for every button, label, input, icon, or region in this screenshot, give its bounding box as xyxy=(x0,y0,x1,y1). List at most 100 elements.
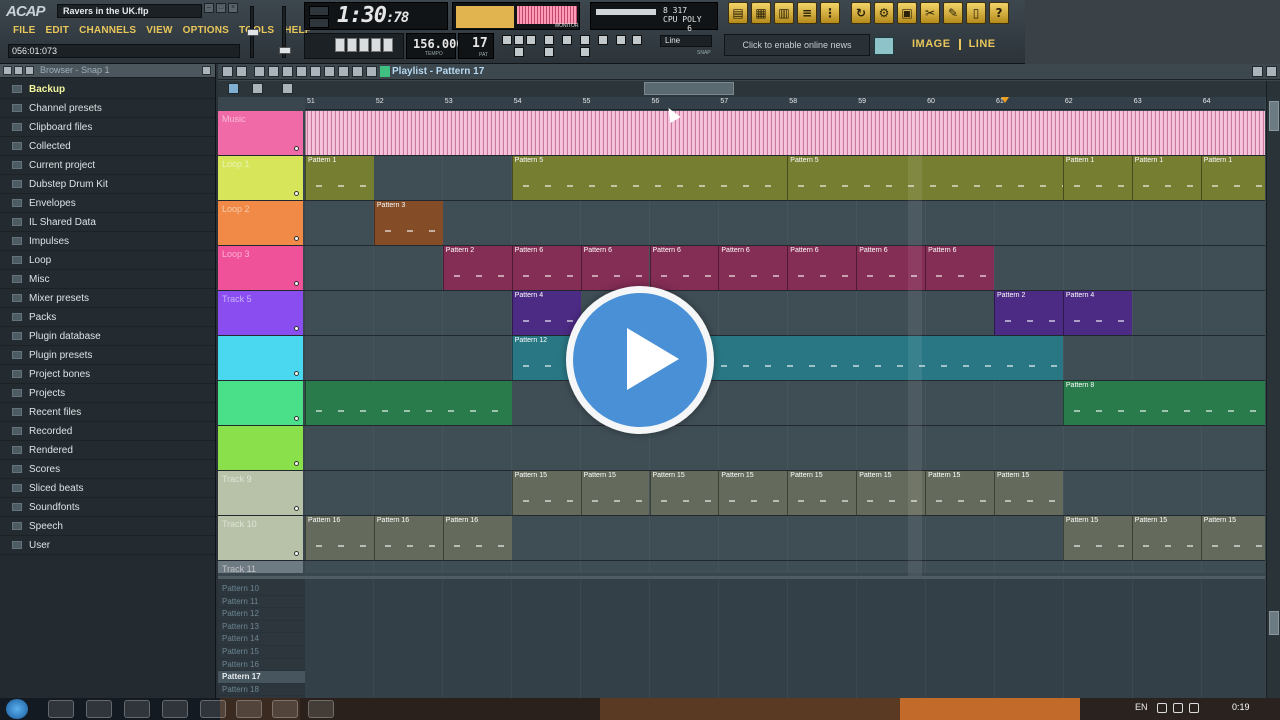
help-icon[interactable]: ? xyxy=(989,2,1009,24)
pattern-clip[interactable]: Pattern 15 xyxy=(511,471,581,515)
track-lane[interactable]: Pattern 15 Pattern 15 Pattern 15 Pattern 15… xyxy=(305,471,1265,515)
browser-item[interactable]: Loop xyxy=(0,251,215,270)
pattern-clip[interactable] xyxy=(305,381,512,425)
pattern-clip[interactable]: Pattern 6 xyxy=(580,246,650,290)
undo-icon[interactable] xyxy=(514,47,524,57)
menu-options[interactable]: OPTIONS xyxy=(178,24,234,38)
magnet-icon[interactable] xyxy=(236,66,247,77)
browser-item[interactable]: Mixer presets xyxy=(0,289,215,308)
snap-selector[interactable]: Line xyxy=(660,35,712,47)
pattern-clip[interactable]: Pattern 6 xyxy=(787,246,857,290)
browser-item[interactable]: IL Shared Data xyxy=(0,213,215,232)
master-pitch-slider[interactable] xyxy=(279,6,291,58)
track-lane[interactable] xyxy=(305,561,1265,573)
volume-icon[interactable] xyxy=(1189,703,1199,713)
pattern-clip[interactable]: Pattern 15 xyxy=(718,471,788,515)
app-icon[interactable] xyxy=(308,700,334,718)
pat-song-switch[interactable] xyxy=(304,33,404,59)
browser-view-icon[interactable] xyxy=(25,66,34,75)
slider-knob[interactable] xyxy=(279,47,291,54)
track-enable-icon[interactable] xyxy=(294,506,299,511)
start-button-icon[interactable] xyxy=(6,699,28,719)
folder-icon[interactable] xyxy=(272,700,298,718)
blend-icon[interactable] xyxy=(562,35,572,45)
pattern-clip[interactable]: Pattern 15 xyxy=(925,471,994,515)
cut-icon[interactable]: ✂ xyxy=(920,2,940,24)
pattern-list-item[interactable]: Pattern 18 xyxy=(218,684,305,697)
track-enable-icon[interactable] xyxy=(294,146,299,151)
pattern-clip[interactable]: Pattern 6 xyxy=(718,246,788,290)
menu-channels[interactable]: CHANNELS xyxy=(74,24,141,38)
track-enable-icon[interactable] xyxy=(294,416,299,421)
pattern-clip[interactable]: Pattern 3 xyxy=(373,201,443,245)
pattern-clip[interactable]: Pattern 5 xyxy=(511,156,788,200)
ie-icon[interactable] xyxy=(48,700,74,718)
loop-record-icon[interactable] xyxy=(598,35,608,45)
save-icon[interactable]: ▣ xyxy=(897,2,917,24)
firefox-icon[interactable] xyxy=(162,700,188,718)
slip-icon[interactable] xyxy=(310,66,321,77)
online-news-bar[interactable]: Click to enable online news xyxy=(724,34,870,56)
piano-roll-icon[interactable]: ▥ xyxy=(774,2,794,24)
pattern-clip[interactable]: Pattern 15 xyxy=(1062,516,1132,560)
scroll-thumb[interactable] xyxy=(1269,611,1279,635)
track-enable-icon[interactable] xyxy=(294,461,299,466)
audio-clip[interactable] xyxy=(305,111,1265,155)
network-icon[interactable] xyxy=(1173,703,1183,713)
explorer-icon[interactable] xyxy=(86,700,112,718)
master-volume-slider[interactable] xyxy=(247,6,259,58)
playlist-close-icon[interactable] xyxy=(1266,66,1277,77)
wav-icon[interactable] xyxy=(544,47,554,57)
close-icon[interactable]: × xyxy=(228,3,238,13)
pattern-list-item[interactable]: Pattern 12 xyxy=(218,608,305,621)
scroll-icon[interactable] xyxy=(616,35,626,45)
pattern-list-item[interactable]: Pattern 10 xyxy=(218,583,305,596)
countdown-icon[interactable] xyxy=(526,35,536,45)
browser-item[interactable]: Misc xyxy=(0,270,215,289)
pattern-list-item[interactable]: Pattern 13 xyxy=(218,621,305,634)
tray-icon[interactable] xyxy=(1157,703,1167,713)
pattern-clip[interactable]: Pattern 2 xyxy=(994,291,1063,335)
pattern-clip[interactable]: Pattern 16 xyxy=(373,516,443,560)
pattern-clip[interactable]: Pattern 16 xyxy=(305,516,374,560)
wait-icon[interactable] xyxy=(514,35,524,45)
pattern-clip[interactable]: Pattern 15 xyxy=(649,471,719,515)
mute-icon[interactable] xyxy=(296,66,307,77)
midi-icon[interactable] xyxy=(580,47,590,57)
browser-item[interactable]: Impulses xyxy=(0,232,215,251)
browser-item[interactable]: Clipboard files xyxy=(0,118,215,137)
browser-item[interactable]: Envelopes xyxy=(0,194,215,213)
audio-view-icon[interactable] xyxy=(252,83,263,94)
browser-item[interactable]: Dubstep Drum Kit xyxy=(0,175,215,194)
document-icon[interactable]: ▯ xyxy=(966,2,986,24)
news-icon[interactable] xyxy=(874,37,894,55)
minimize-icon[interactable]: – xyxy=(204,3,214,13)
track-lane[interactable]: Pattern 12 xyxy=(305,336,1265,380)
paint-icon[interactable] xyxy=(268,66,279,77)
stop-button[interactable] xyxy=(309,18,329,28)
browser-back-icon[interactable] xyxy=(14,66,23,75)
browser-item[interactable]: User xyxy=(0,536,215,555)
track-lane[interactable]: Pattern 16 Pattern 16 Pattern 16 Pattern 15… xyxy=(305,516,1265,560)
pattern-clip[interactable]: Pattern 5 xyxy=(787,156,1063,200)
scroll-thumb[interactable] xyxy=(1269,101,1279,131)
metronome-icon[interactable] xyxy=(502,35,512,45)
language-indicator[interactable]: EN xyxy=(1135,702,1148,712)
browser-menu-icon[interactable] xyxy=(3,66,12,75)
track-lane[interactable]: Pattern 3 xyxy=(305,201,1265,245)
mixer-icon[interactable]: ⋮ xyxy=(820,2,840,24)
browser-item[interactable]: Rendered xyxy=(0,441,215,460)
pattern-view-icon[interactable] xyxy=(228,83,239,94)
tools-icon[interactable]: ✎ xyxy=(943,2,963,24)
menu-view[interactable]: VIEW xyxy=(141,24,177,38)
track-header[interactable] xyxy=(218,426,303,470)
track-header[interactable]: Track 11 xyxy=(218,561,303,573)
maximize-icon[interactable]: □ xyxy=(216,3,226,13)
track-enable-icon[interactable] xyxy=(294,281,299,286)
play-button[interactable] xyxy=(309,6,329,16)
pattern-clip[interactable]: Pattern 15 xyxy=(994,471,1063,515)
draw-icon[interactable] xyxy=(254,66,265,77)
track-header[interactable]: Track 5 xyxy=(218,291,303,335)
pattern-clip[interactable]: Pattern 8 xyxy=(1062,381,1265,425)
pattern-clip[interactable]: Pattern 15 xyxy=(787,471,857,515)
